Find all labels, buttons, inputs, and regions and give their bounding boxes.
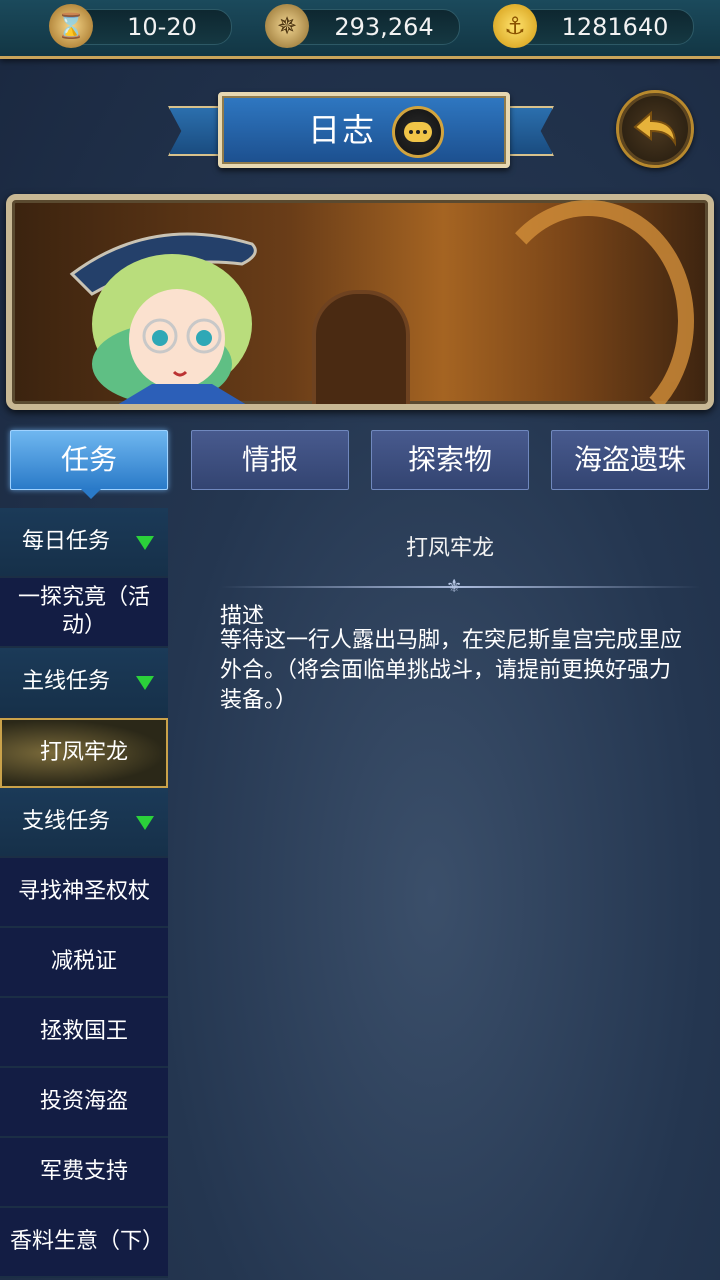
compass-value: 293,264	[334, 13, 434, 41]
list-item[interactable]: 减税证	[0, 928, 168, 998]
category-label: 每日任务	[22, 529, 111, 554]
character-illustration	[6, 194, 714, 410]
tab-intel[interactable]: 情报	[191, 430, 349, 490]
list-item-label: 香料生意（下）	[10, 1229, 165, 1254]
chat-bubble-icon[interactable]	[392, 106, 444, 158]
resource-bar: ⌛ 10-20 ✵ 293,264 ⚓ 1281640	[0, 0, 720, 59]
back-button[interactable]	[616, 90, 694, 168]
list-item-label: 拯救国王	[39, 1019, 128, 1044]
quest-detail: 打凤牢龙 ⚜ 描述 等待这一行人露出马脚，在突尼斯皇宫完成里应外合。（将会面临单…	[180, 508, 720, 1208]
list-item-label: 一探究竟（活动）	[17, 585, 150, 638]
list-item[interactable]: 寻找神圣权杖	[0, 858, 168, 928]
list-item-label: 寻找神圣权杖	[17, 879, 150, 904]
list-item[interactable]: 拯救国王	[0, 998, 168, 1068]
gold-value: 1281640	[561, 13, 669, 41]
list-item-label: 打凤牢龙	[39, 740, 128, 765]
description-text: 等待这一行人露出马脚，在突尼斯皇宫完成里应外合。（将会面临单挑战斗，请提前更换好…	[220, 628, 683, 713]
list-item[interactable]: 军费支持	[0, 1138, 168, 1208]
expand-triangle-icon	[136, 676, 154, 690]
page-title: 日志	[307, 111, 376, 149]
tab-discoveries-label: 探索物	[407, 443, 492, 476]
expand-triangle-icon	[136, 536, 154, 550]
gold-resource[interactable]: ⚓ 1281640	[493, 4, 694, 48]
quest-title: 打凤牢龙	[405, 536, 494, 561]
time-resource[interactable]: ⌛ 10-20	[49, 4, 232, 48]
compass-resource[interactable]: ✵ 293,264	[265, 4, 460, 48]
list-item[interactable]: 一探究竟（活动）	[0, 578, 168, 648]
category-main[interactable]: 主线任务	[0, 648, 168, 718]
time-value: 10-20	[127, 13, 197, 41]
tab-intel-label: 情报	[241, 443, 298, 476]
category-label: 支线任务	[22, 809, 111, 834]
list-item-label: 减税证	[50, 949, 117, 974]
list-item-label: 军费支持	[39, 1159, 128, 1184]
background-door	[312, 290, 410, 404]
tab-pirate-treasure[interactable]: 海盗遗珠	[551, 430, 709, 490]
category-side[interactable]: 支线任务	[0, 788, 168, 858]
expand-triangle-icon	[136, 816, 154, 830]
title-banner: 日志	[168, 88, 554, 168]
title-plate: 日志	[218, 92, 510, 168]
background-stairs	[482, 200, 694, 404]
category-label: 主线任务	[22, 669, 111, 694]
back-arrow-icon	[633, 110, 677, 147]
tab-tasks-label: 任务	[60, 443, 117, 476]
list-item-label: 投资海盗	[39, 1089, 128, 1114]
quest-list[interactable]: 每日任务 一探究竟（活动） 主线任务 打凤牢龙 支线任务 寻找神圣权杖 减税证 …	[0, 508, 168, 1280]
ornament-icon: ⚜	[446, 576, 463, 597]
character-portrait	[69, 232, 257, 404]
list-item[interactable]: 香料生意（下）	[0, 1208, 168, 1278]
tab-tasks[interactable]: 任务	[10, 430, 168, 499]
category-daily[interactable]: 每日任务	[0, 508, 168, 578]
list-item[interactable]: 投资海盗	[0, 1068, 168, 1138]
tab-pirate-treasure-label: 海盗遗珠	[573, 443, 686, 476]
list-item-selected[interactable]: 打凤牢龙	[0, 718, 168, 788]
tab-discoveries[interactable]: 探索物	[371, 430, 529, 490]
